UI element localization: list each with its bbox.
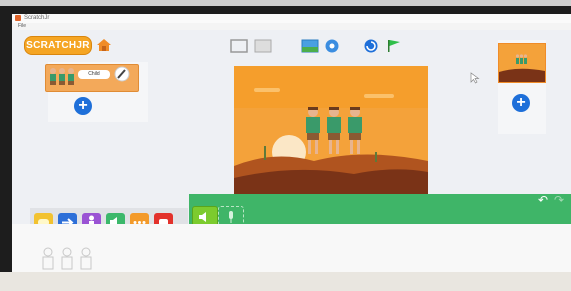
add-character-button[interactable]: + [74,97,92,115]
cloud-icon [364,94,394,98]
grid-icon[interactable] [254,39,272,53]
cactus-icon [375,152,377,162]
desk-surface [0,272,571,291]
fullscreen-icon[interactable] [230,39,248,53]
character-thumbnail [50,68,74,85]
app-window: ScratchJr File SCRATCHJR Child + + ↶ ↷ [12,14,571,276]
title-bar: ScratchJr [12,14,571,23]
home-icon[interactable] [96,38,112,52]
green-flag-icon[interactable] [385,39,403,53]
mouse-cursor-icon [470,72,480,84]
add-page-button[interactable]: + [512,94,530,112]
cactus-icon [264,146,266,160]
page-thumbnail[interactable] [498,43,546,83]
sound-blocks-palette [189,194,571,225]
scratchjr-logo: SCRATCHJR [24,36,92,55]
stage[interactable] [234,66,428,197]
menu-file[interactable]: File [18,23,26,29]
redo-icon[interactable]: ↷ [554,194,566,206]
change-background-icon[interactable] [301,39,319,53]
add-text-icon[interactable] [323,39,341,53]
reset-characters-icon[interactable] [362,39,380,53]
app-icon [15,15,21,21]
character-name-label[interactable]: Child [78,70,110,79]
cloud-icon [254,88,280,92]
undo-icon[interactable]: ↶ [538,194,550,206]
paintbrush-icon[interactable] [114,66,130,82]
menu-bar: File [12,23,571,30]
window-title: ScratchJr [24,15,50,21]
